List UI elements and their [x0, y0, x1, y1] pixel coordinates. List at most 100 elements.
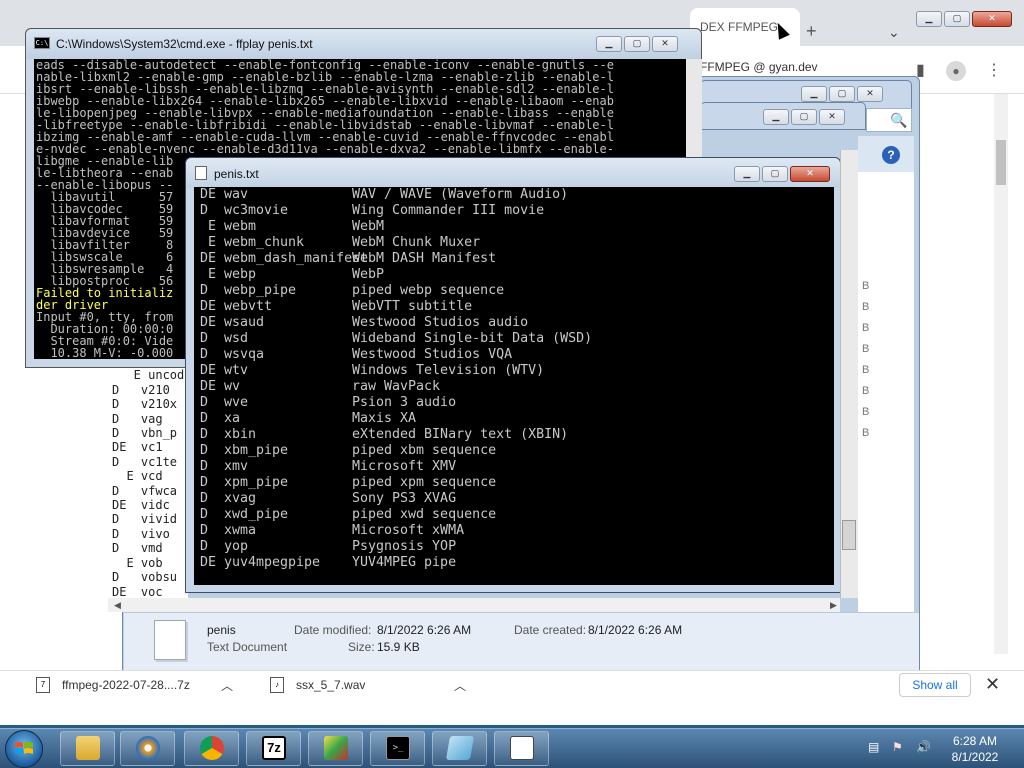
network-icon[interactable]: ▤ — [868, 740, 879, 754]
explorer-file-list[interactable]: DE ua E uncodD v210D v210xD vagD vbn_pDE… — [108, 354, 188, 604]
maximize-button[interactable]: ▢ — [944, 11, 970, 27]
minimize-button[interactable]: ▁ — [801, 86, 827, 102]
list-item[interactable]: E vcd — [112, 469, 188, 483]
bookmark-ffmpeg[interactable]: FFMPEG @ gyan.dev — [700, 60, 818, 74]
format-name: xpm_pipe — [224, 475, 289, 490]
scroll-left-arrow-icon[interactable]: ◀ — [114, 600, 121, 611]
list-item[interactable]: D vfwca — [112, 484, 188, 498]
list-item[interactable]: DE voc — [112, 585, 188, 599]
list-item[interactable]: D vivo — [112, 527, 188, 541]
format-description: Westwood Studios audio — [352, 315, 529, 330]
list-item[interactable]: E uncod — [112, 368, 188, 382]
list-item[interactable]: D vag — [112, 412, 188, 426]
format-name: wsvqa — [224, 347, 265, 362]
format-description: WebM Chunk Muxer — [352, 235, 481, 250]
download-item-wav[interactable]: ssx_5_7.wav — [296, 678, 365, 692]
format-flag: D — [200, 443, 217, 458]
close-button[interactable]: ✕ — [972, 11, 1012, 27]
format-row: DE yuv4mpegpipe YUV4MPEG pipe — [200, 555, 834, 571]
format-flag: D — [200, 459, 217, 474]
list-item[interactable]: E vob — [112, 556, 188, 570]
maximize-button[interactable]: ▢ — [829, 86, 855, 102]
scroll-right-arrow-icon[interactable]: ▶ — [830, 600, 837, 611]
search-icon[interactable]: 🔍 — [890, 112, 907, 129]
format-row: Ewebm WebM — [200, 219, 834, 235]
help-icon[interactable]: ? — [882, 146, 900, 164]
action-center-icon[interactable]: ⚑ — [892, 740, 903, 754]
chevron-up-icon[interactable]: ︿ — [221, 677, 233, 694]
cmd-icon: C:\ — [34, 37, 50, 49]
audio-file-icon: ♪ — [270, 677, 284, 693]
format-description: Psygnosis YOP — [352, 539, 457, 554]
7z-archive-icon: 7 — [36, 677, 50, 693]
chrome-scrollbar-thumb[interactable] — [996, 140, 1006, 185]
list-item[interactable]: D vobsu — [112, 570, 188, 584]
minimize-button[interactable]: ▁ — [763, 109, 789, 125]
list-item[interactable]: DE vc1 — [112, 440, 188, 454]
format-description: WebM — [352, 219, 385, 234]
chrome-menu-icon[interactable]: ⋮ — [986, 60, 1002, 80]
close-downloads-icon[interactable]: ✕ — [985, 674, 1000, 695]
format-flag: D — [200, 347, 217, 362]
format-row: D xvag Sony PS3 XVAG — [200, 491, 834, 507]
format-description: Microsoft XMV — [352, 459, 457, 474]
volume-icon[interactable]: 🔊 — [916, 740, 931, 754]
list-item[interactable]: DE vidc — [112, 498, 188, 512]
minimize-button[interactable]: ▁ — [734, 166, 760, 182]
cmd-icon: >_ — [386, 736, 410, 760]
format-flag: DE — [200, 363, 217, 378]
format-description: WAV / WAVE (Waveform Audio) — [352, 187, 569, 202]
format-flag: D — [200, 539, 217, 554]
list-item[interactable]: D vc1te — [112, 455, 188, 469]
tab-search-chevron-icon[interactable]: ⌄ — [888, 24, 900, 41]
close-button[interactable]: ✕ — [819, 109, 845, 125]
close-button[interactable]: ✕ — [652, 36, 678, 52]
size-cell: B — [862, 280, 870, 292]
minimize-button[interactable]: ▁ — [916, 11, 942, 27]
taskbar-clock[interactable]: 6:28 AM 8/1/2022 — [940, 733, 1010, 765]
list-item[interactable]: D vivid — [112, 512, 188, 526]
format-description: WebVTT subtitle — [352, 299, 473, 314]
profile-avatar-icon[interactable]: ● — [946, 61, 966, 81]
maximize-button[interactable]: ▢ — [624, 36, 650, 52]
format-flag: DE — [200, 379, 217, 394]
list-item[interactable]: D v210 — [112, 383, 188, 397]
format-row: DE wav WAV / WAVE (Waveform Audio) — [200, 187, 834, 203]
list-item[interactable]: D vmd — [112, 541, 188, 555]
text-viewer-window[interactable]: penis.txt ▁ ▢ ✕ DE wav WAV / WAVE (Wavefor… — [185, 157, 841, 593]
format-row: DE webm_dash_manifest WebM DASH Manifest — [200, 251, 834, 267]
download-item-ffmpeg[interactable]: ffmpeg-2022-07-28....7z — [62, 678, 190, 692]
format-name: xbin — [224, 427, 257, 442]
format-flag: D — [200, 283, 217, 298]
format-row: DE wtv Windows Television (WTV) — [200, 363, 834, 379]
close-button[interactable]: ✕ — [790, 166, 830, 182]
format-row: DE wsaud Westwood Studios audio — [200, 315, 834, 331]
format-flag: D — [200, 475, 217, 490]
show-all-button[interactable]: Show all — [899, 673, 971, 697]
new-tab-button[interactable]: + — [806, 22, 817, 40]
format-name: xbm_pipe — [224, 443, 289, 458]
format-row: D xwma Microsoft xWMA — [200, 523, 834, 539]
detail-modified-label: Date modified: — [294, 623, 372, 637]
chevron-up-icon[interactable]: ︿ — [454, 677, 466, 694]
format-flag: D — [200, 331, 217, 346]
detail-size-value: 15.9 KB — [377, 640, 420, 654]
vertical-scrollbar-thumb[interactable] — [842, 520, 856, 550]
close-button[interactable]: ✕ — [857, 86, 883, 102]
maximize-button[interactable]: ▢ — [762, 166, 788, 182]
list-item[interactable]: D vbn_p — [112, 426, 188, 440]
format-description: Sony PS3 XVAG — [352, 491, 457, 506]
maximize-button[interactable]: ▢ — [791, 109, 817, 125]
format-row: DE wv raw WavPack — [200, 379, 834, 395]
list-horizontal-scrollbar[interactable] — [108, 598, 840, 612]
format-name: xmv — [224, 459, 249, 474]
format-name: webm_dash_manifest — [224, 251, 369, 266]
list-item[interactable]: D v210x — [112, 397, 188, 411]
format-flag: D — [200, 395, 217, 410]
minimize-button[interactable]: ▁ — [596, 36, 622, 52]
text-viewer-content[interactable]: DE wav WAV / WAVE (Waveform Audio) D wc3mov… — [194, 187, 834, 585]
size-cell: B — [862, 406, 870, 418]
format-name: webp — [224, 267, 257, 282]
format-description: Maxis XA — [352, 411, 417, 426]
format-description: raw WavPack — [352, 379, 441, 394]
